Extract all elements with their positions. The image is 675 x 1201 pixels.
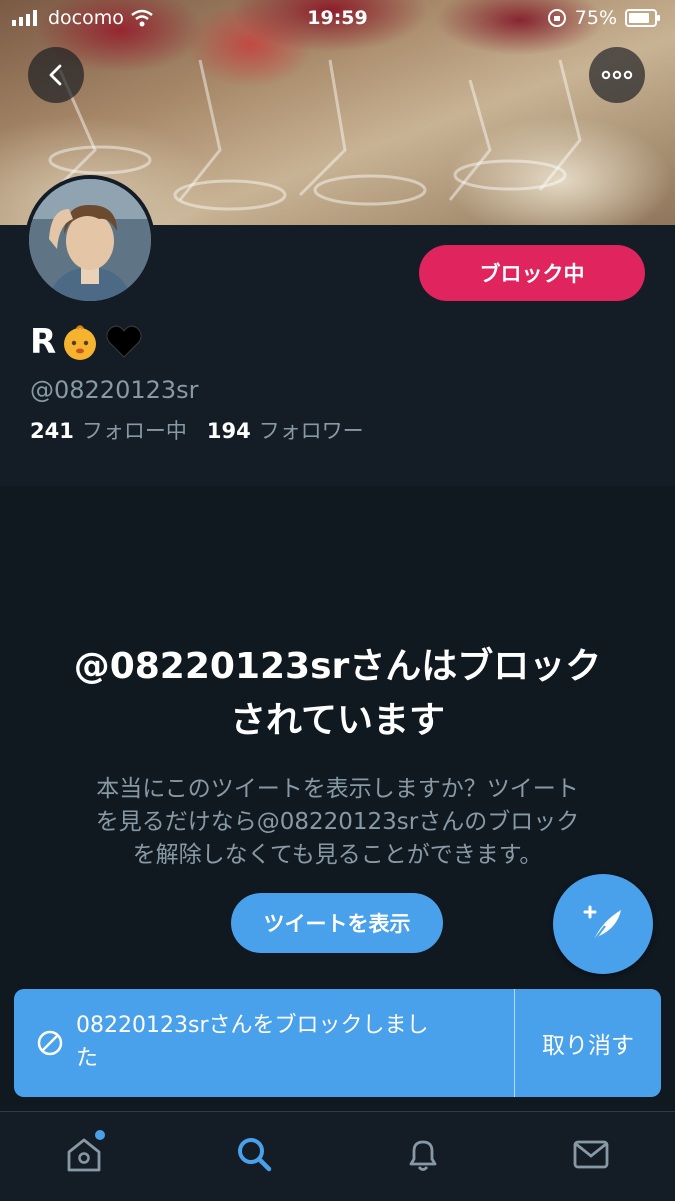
compose-feather-icon [583, 905, 621, 943]
profile-handle: @08220123sr [30, 376, 199, 404]
blocked-button[interactable]: ブロック中 [419, 245, 645, 301]
mail-icon [573, 1140, 609, 1169]
blocked-headline-line-1: @08220123srさんはブロック [73, 646, 602, 687]
more-horizontal-icon [601, 70, 633, 80]
blocked-headline: @08220123srさんはブロック されています [20, 640, 655, 748]
back-button[interactable] [28, 47, 84, 103]
toast-message-line-1: 08220123srさんをブロックしまし [76, 1013, 429, 1038]
battery-percent: 75% [574, 7, 617, 29]
following-label: フォロー中 [81, 419, 187, 443]
avatar[interactable] [25, 175, 155, 305]
view-tweets-button[interactable]: ツイートを表示 [231, 893, 443, 953]
orientation-lock-icon [547, 9, 566, 27]
following-count: 241 [30, 419, 74, 443]
search-icon [238, 1138, 272, 1172]
more-button[interactable] [589, 47, 645, 103]
profile-name-text: R [30, 322, 57, 362]
block-toast: 08220123srさんをブロックしまし た 取り消す [14, 989, 661, 1097]
battery-icon [625, 9, 660, 27]
home-notification-dot [95, 1130, 105, 1140]
blocked-description-line-1: 本当にこのツイートを表示しますか？ツイート [96, 776, 579, 802]
no-entry-icon [37, 1030, 63, 1056]
chevron-left-icon [49, 64, 62, 86]
followers-stat[interactable]: 194 フォロワー [207, 415, 364, 445]
tab-messages[interactable] [569, 1132, 613, 1176]
tab-search[interactable] [232, 1132, 276, 1176]
status-bar: docomo 19:59 75% [0, 0, 675, 40]
profile-stats: 241 フォロー中 194 フォロワー [30, 415, 364, 445]
tab-bar [0, 1111, 675, 1201]
tab-notifications[interactable] [401, 1132, 445, 1176]
followers-label: フォロワー [258, 419, 364, 443]
toast-message-line-2: た [76, 1046, 99, 1071]
home-icon [67, 1138, 101, 1172]
baby-emoji-icon [64, 325, 97, 360]
following-stat[interactable]: 241 フォロー中 [30, 415, 187, 445]
blocked-description-line-3: を解除しなくても見ることができます。 [132, 842, 543, 868]
bell-icon [409, 1140, 437, 1171]
black-heart-icon [106, 325, 142, 358]
avatar-photo [29, 179, 151, 301]
compose-tweet-button[interactable] [553, 874, 653, 974]
profile-name: R [30, 322, 144, 362]
blocked-description: 本当にこのツイートを表示しますか？ツイート を見るだけなら@08220123sr… [60, 773, 615, 872]
undo-button[interactable]: 取り消す [515, 989, 661, 1097]
blocked-headline-line-2: されています [230, 700, 445, 741]
tab-home[interactable] [62, 1130, 106, 1176]
blocked-description-line-2: を見るだけなら@08220123srさんのブロック [95, 809, 580, 835]
followers-count: 194 [206, 419, 251, 443]
toast-message: 08220123srさんをブロックしまし た [76, 1009, 496, 1075]
